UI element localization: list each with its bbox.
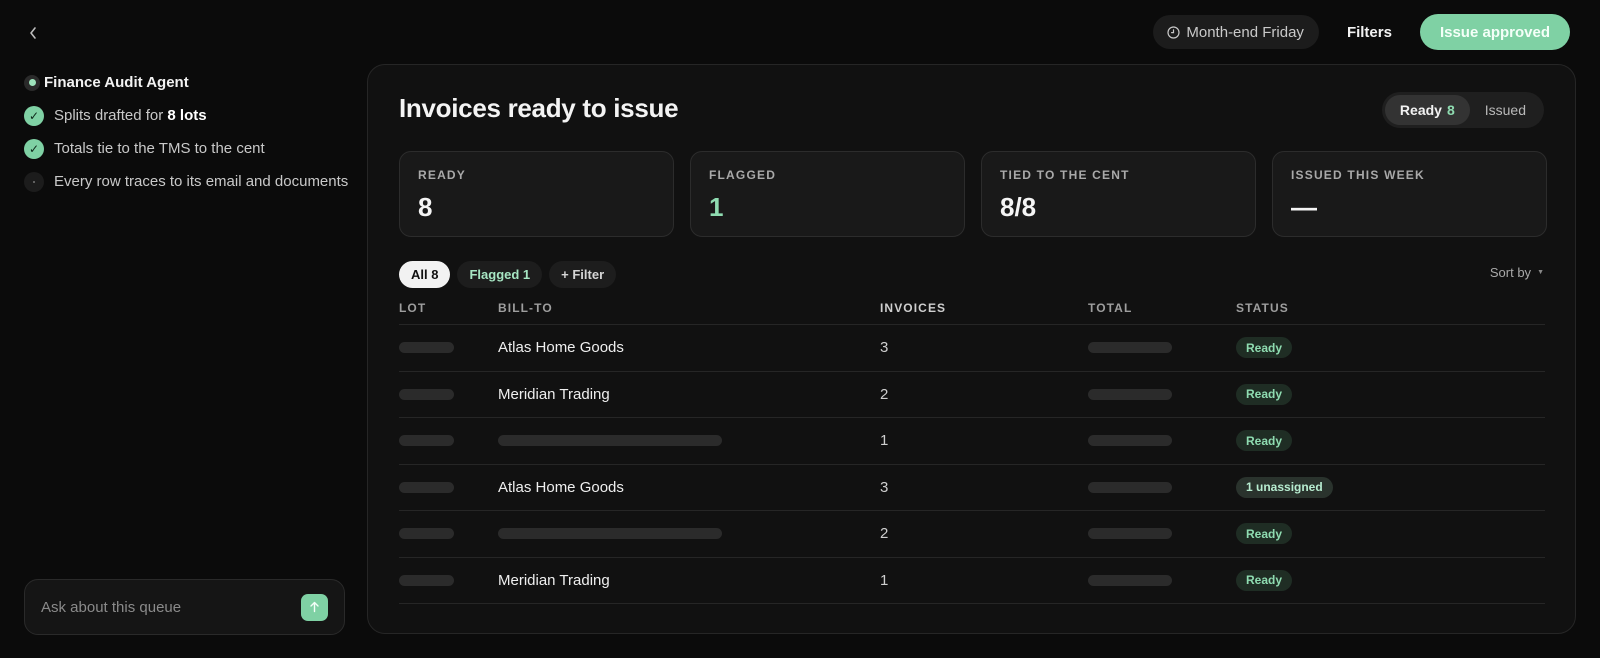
view-toggle: Ready 8 Issued — [1381, 92, 1544, 128]
lot-placeholder — [399, 481, 454, 493]
chip-flagged[interactable]: Flagged 1 — [457, 261, 543, 288]
filters-button[interactable]: Filters — [1333, 15, 1406, 49]
total-placeholder — [1088, 388, 1172, 400]
sort-dropdown[interactable]: Sort by ▼ — [1490, 265, 1544, 280]
check-icon: ✓ — [24, 138, 44, 159]
bill-to-cell: Atlas Home Goods — [498, 339, 624, 357]
kpi-value: 1 — [709, 192, 724, 222]
invoices-cell: 3 — [880, 339, 889, 357]
table-row[interactable]: Atlas Home Goods 3 1 unassigned — [399, 465, 1545, 511]
ask-box — [24, 579, 345, 635]
ask-input[interactable] — [41, 598, 281, 616]
lot-placeholder — [399, 574, 454, 586]
kpi-card-issued-week: ISSUED THIS WEEK — — [1272, 151, 1547, 237]
filter-chips: All 8 Flagged 1 + Filter — [399, 261, 617, 288]
invoices-panel: Invoices ready to issue Ready 8 Issued R… — [367, 64, 1576, 634]
kpi-value: 8 — [418, 192, 433, 222]
bill-to-cell: Atlas Home Goods — [498, 478, 624, 496]
status-badge-flagged: 1 unassigned — [1236, 476, 1333, 498]
invoices-cell: 2 — [880, 385, 889, 403]
live-dot-icon — [24, 74, 40, 91]
check-icon: ✓ — [24, 105, 44, 126]
arrow-up-icon — [310, 601, 319, 613]
schedule-pill[interactable]: Month-end Friday — [1153, 15, 1319, 49]
kpi-label: FLAGGED — [709, 168, 777, 182]
chip-all[interactable]: All 8 — [399, 261, 451, 288]
table-row[interactable]: Atlas Home Goods 3 Ready — [399, 325, 1545, 372]
total-placeholder — [1088, 528, 1172, 540]
agent-step: ✓ Totals tie to the TMS to the cent — [24, 132, 354, 165]
status-badge: Ready — [1236, 337, 1293, 359]
agent-step-text: Splits drafted for 8 lots — [54, 107, 207, 124]
tab-ready[interactable]: Ready 8 — [1384, 95, 1470, 125]
table-header: LOT BILL-TO INVOICES TOTAL STATUS — [399, 291, 1545, 325]
invoices-cell: 2 — [880, 525, 889, 543]
col-header-lot[interactable]: LOT — [399, 301, 498, 315]
status-badge: Ready — [1236, 523, 1293, 545]
back-button[interactable] — [22, 22, 44, 44]
invoices-cell: 1 — [880, 571, 889, 589]
kpi-card-flagged: FLAGGED 1 — [690, 151, 965, 237]
table-row[interactable]: Meridian Trading 1 Ready — [399, 558, 1545, 604]
bill-to-placeholder — [498, 528, 722, 540]
kpi-value: — — [1291, 192, 1317, 222]
col-header-total[interactable]: TOTAL — [1088, 301, 1236, 315]
bill-to-cell: Meridian Trading — [498, 571, 610, 589]
agent-step: ✓ Splits drafted for 8 lots — [24, 99, 354, 132]
total-placeholder — [1088, 342, 1172, 354]
ready-count: 8 — [1446, 102, 1455, 118]
agent-status-panel: Finance Audit Agent ✓ Splits drafted for… — [24, 66, 354, 198]
lot-placeholder — [399, 528, 454, 540]
col-header-invoices[interactable]: INVOICES — [880, 301, 1088, 315]
table-row[interactable]: Meridian Trading 2 Ready — [399, 372, 1545, 418]
kpi-label: TIED TO THE CENT — [1000, 168, 1130, 182]
chip-add-filter[interactable]: + Filter — [549, 261, 617, 288]
lot-placeholder — [399, 435, 454, 447]
kpi-row: READY 8 FLAGGED 1 TIED TO THE CENT 8/8 I… — [399, 151, 1547, 237]
app-root: Month-end Friday Filters Issue approved … — [0, 0, 1600, 658]
clock-icon — [1167, 25, 1180, 39]
tab-issued[interactable]: Issued — [1470, 95, 1541, 125]
lot-placeholder — [399, 388, 454, 400]
status-badge: Ready — [1236, 569, 1293, 591]
status-badge: Ready — [1236, 430, 1293, 452]
bill-to-cell: Meridian Trading — [498, 385, 610, 403]
page-title: Invoices ready to issue — [399, 93, 679, 123]
bill-to-placeholder — [498, 435, 722, 447]
agent-step-text: Every row traces to its email and docume… — [54, 173, 349, 190]
invoices-cell: 3 — [880, 478, 889, 496]
invoices-cell: 1 — [880, 432, 889, 450]
schedule-label: Month-end Friday — [1186, 23, 1304, 41]
total-placeholder — [1088, 435, 1172, 447]
table-row[interactable]: 1 Ready — [399, 418, 1545, 465]
caret-down-icon: ▼ — [1537, 269, 1544, 276]
kpi-value: 8/8 — [1000, 192, 1037, 222]
agent-step: Every row traces to its email and docume… — [24, 165, 354, 198]
agent-step-text: Totals tie to the TMS to the cent — [54, 140, 265, 157]
agent-header: Finance Audit Agent — [24, 66, 354, 99]
status-badge: Ready — [1236, 383, 1293, 405]
kpi-label: ISSUED THIS WEEK — [1291, 168, 1425, 182]
total-placeholder — [1088, 574, 1172, 586]
send-button[interactable] — [301, 593, 328, 621]
col-header-status[interactable]: STATUS — [1236, 301, 1545, 315]
col-header-bill-to[interactable]: BILL-TO — [498, 301, 880, 315]
topbar-actions: Month-end Friday Filters Issue approved — [1153, 14, 1570, 50]
table-row[interactable]: 2 Ready — [399, 511, 1545, 558]
agent-title: Finance Audit Agent — [44, 74, 189, 91]
chevron-left-icon — [30, 27, 36, 39]
kpi-label: READY — [418, 168, 467, 182]
pending-dot-icon — [24, 171, 44, 192]
sort-label: Sort by — [1489, 265, 1532, 280]
kpi-card-tied: TIED TO THE CENT 8/8 — [981, 151, 1256, 237]
issue-approved-button[interactable]: Issue approved — [1419, 14, 1570, 50]
lot-placeholder — [399, 342, 454, 354]
kpi-card-ready: READY 8 — [399, 151, 674, 237]
invoice-table: LOT BILL-TO INVOICES TOTAL STATUS Atlas … — [399, 291, 1545, 604]
total-placeholder — [1088, 481, 1172, 493]
